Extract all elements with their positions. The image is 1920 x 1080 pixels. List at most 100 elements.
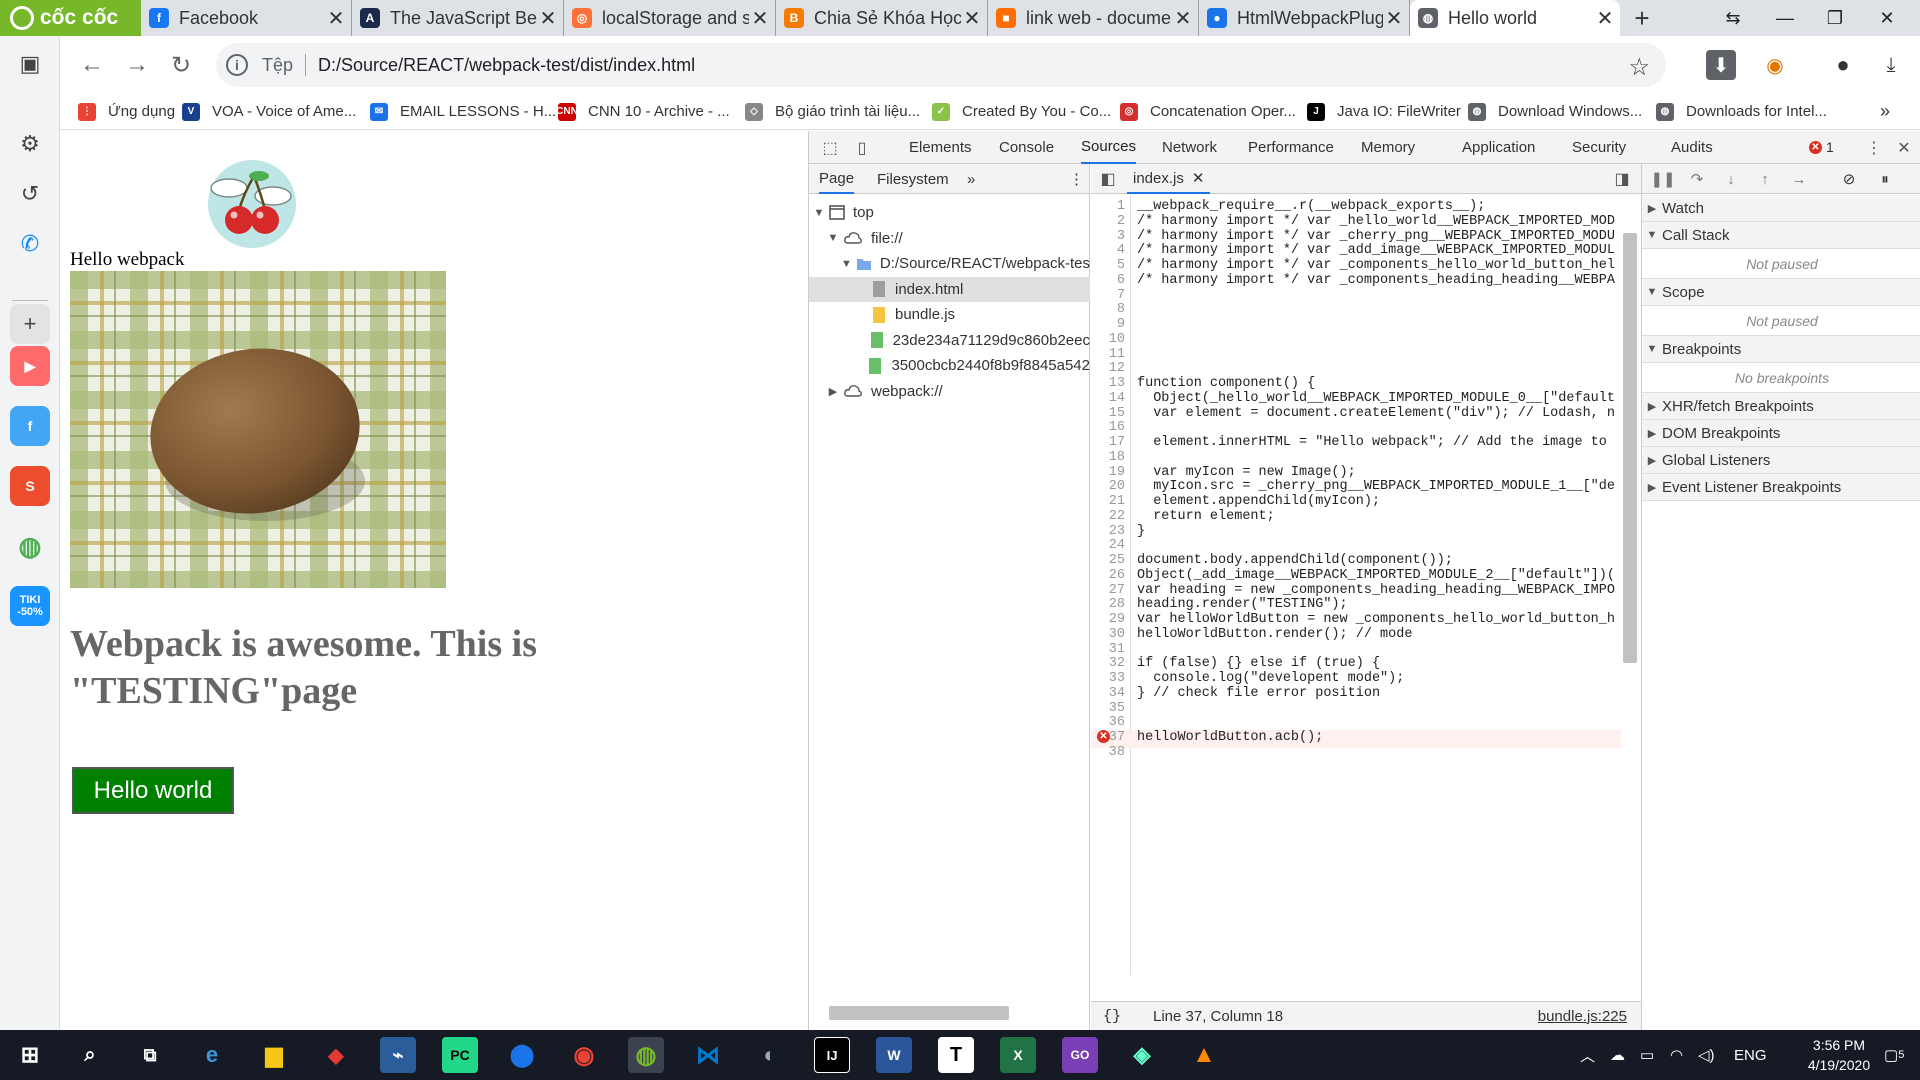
devtools-tab-console[interactable]: Console xyxy=(999,131,1054,164)
tray-chevron-icon[interactable]: ︿ xyxy=(1580,1030,1595,1080)
step-icon[interactable]: → xyxy=(1788,168,1810,190)
line-number[interactable]: 20 xyxy=(1091,479,1125,494)
line-number[interactable]: 12 xyxy=(1091,361,1125,376)
facebook-icon[interactable]: f xyxy=(10,406,50,446)
line-number[interactable]: 11 xyxy=(1091,347,1125,362)
devtools-tab-application[interactable]: Application xyxy=(1462,131,1535,164)
devtools-tab-sources[interactable]: Sources xyxy=(1081,131,1137,164)
bookmark-item[interactable]: ✉ EMAIL LESSONS - H... xyxy=(370,93,556,130)
expanded-arrow-icon[interactable]: ▼ xyxy=(813,207,825,219)
tab-item[interactable]: B Chia Sẻ Khóa Học ✕ xyxy=(776,0,988,36)
line-number[interactable]: 27 xyxy=(1091,583,1125,598)
line-number[interactable]: 37 xyxy=(1091,730,1125,745)
profile-icon[interactable]: ● xyxy=(1828,50,1858,80)
vlc-icon[interactable]: ▲ xyxy=(1186,1037,1222,1073)
devtools-tab-network[interactable]: Network xyxy=(1162,131,1217,164)
devtools-close-icon[interactable]: ✕ xyxy=(1893,137,1915,159)
pause-on-exceptions-icon[interactable]: ⏸ xyxy=(1874,168,1896,190)
tab-filesystem[interactable]: Filesystem xyxy=(877,164,949,194)
close-tab-icon[interactable]: ✕ xyxy=(1383,6,1405,31)
close-tab-icon[interactable]: ✕ xyxy=(537,6,559,31)
minimize-button[interactable]: — xyxy=(1760,0,1810,36)
pretty-print-icon[interactable]: {} xyxy=(1103,1008,1143,1025)
hello-world-button[interactable]: Hello world xyxy=(72,767,234,814)
pycharm-icon[interactable]: PC xyxy=(442,1037,478,1073)
notification-center-icon[interactable]: ▢ 5 xyxy=(1884,1030,1904,1080)
line-number[interactable]: 35 xyxy=(1091,701,1125,716)
line-number[interactable]: 38 xyxy=(1091,745,1125,760)
line-number[interactable]: 29 xyxy=(1091,612,1125,627)
step-over-icon[interactable]: ↷ xyxy=(1686,168,1708,190)
onedrive-icon[interactable]: ☁ xyxy=(1610,1030,1625,1080)
messenger-icon[interactable]: ✆ xyxy=(10,224,50,264)
line-number[interactable]: 32 xyxy=(1091,656,1125,671)
line-number[interactable]: 36 xyxy=(1091,715,1125,730)
tab-item[interactable]: f Facebook ✕ xyxy=(141,0,352,36)
bookmarks-overflow-icon[interactable]: » xyxy=(1880,93,1890,130)
settings-icon[interactable]: ⚙ xyxy=(10,124,50,164)
bookmark-star-icon[interactable]: ☆ xyxy=(1628,53,1650,82)
close-tab-icon[interactable]: ✕ xyxy=(749,6,771,31)
coccoc-app-icon[interactable]: ◍ xyxy=(10,526,50,566)
extension-icon[interactable]: ◉ xyxy=(1760,50,1790,80)
line-number[interactable]: 4 xyxy=(1091,243,1125,258)
line-number[interactable]: 17 xyxy=(1091,435,1125,450)
back-button[interactable]: ← xyxy=(75,48,109,82)
line-number[interactable]: 21 xyxy=(1091,494,1125,509)
editor-tab-index-js[interactable]: index.js ✕ xyxy=(1127,164,1211,194)
line-number[interactable]: 2 xyxy=(1091,214,1125,229)
navigator-more-icon[interactable]: » xyxy=(967,164,975,194)
inspect-element-icon[interactable]: ⬚ xyxy=(819,137,841,159)
close-tab-icon[interactable]: ✕ xyxy=(1594,6,1616,31)
tab-search-icon[interactable]: ⇆ xyxy=(1708,0,1758,36)
devtools-tab-memory[interactable]: Memory xyxy=(1361,131,1415,164)
line-number[interactable]: 25 xyxy=(1091,553,1125,568)
tab-page[interactable]: Page xyxy=(819,164,855,194)
typora-icon[interactable]: T xyxy=(938,1037,974,1073)
bookmark-item[interactable]: CNN CNN 10 - Archive - ... xyxy=(556,93,730,130)
line-number[interactable]: 22 xyxy=(1091,509,1125,524)
line-number[interactable]: 8 xyxy=(1091,302,1125,317)
edge-icon[interactable]: e xyxy=(194,1037,230,1073)
search-icon[interactable]: ⌕ xyxy=(72,1037,108,1073)
line-number[interactable]: 28 xyxy=(1091,597,1125,612)
close-tab-icon[interactable]: ✕ xyxy=(1192,169,1205,187)
device-toolbar-icon[interactable]: ▯ xyxy=(851,137,873,159)
tree-item[interactable]: 23de234a71129d9c860b2eec xyxy=(809,328,1090,353)
chrome-icon[interactable]: ◉ xyxy=(566,1037,602,1073)
info-icon[interactable]: i xyxy=(226,54,248,76)
expanded-arrow-icon[interactable]: ▼ xyxy=(841,258,852,270)
section-breakpoints[interactable]: ▼ Breakpoints xyxy=(1642,336,1920,363)
devtools-tab-audits[interactable]: Audits xyxy=(1671,131,1713,164)
forward-button[interactable]: → xyxy=(120,48,154,82)
excel-icon[interactable]: X xyxy=(1000,1037,1036,1073)
tab-item[interactable]: ■ link web - docume ✕ xyxy=(988,0,1199,36)
tree-item[interactable]: ▼ top xyxy=(809,200,1090,225)
history-icon[interactable]: ↺ xyxy=(10,174,50,214)
intellij-icon[interactable]: IJ xyxy=(814,1037,850,1073)
line-number[interactable]: 6 xyxy=(1091,273,1125,288)
section-global-listeners[interactable]: ▶ Global Listeners xyxy=(1642,447,1920,474)
line-number[interactable]: 24 xyxy=(1091,538,1125,553)
coccoc-menu-button[interactable]: cốc cốc xyxy=(0,0,141,36)
editor-vertical-scrollbar[interactable] xyxy=(1623,233,1637,663)
reload-button[interactable]: ↻ xyxy=(164,48,198,82)
app-diamond-icon[interactable]: ◈ xyxy=(1124,1037,1160,1073)
expanded-arrow-icon[interactable]: ▼ xyxy=(827,232,839,244)
line-number[interactable]: 33 xyxy=(1091,671,1125,686)
line-number[interactable]: 26 xyxy=(1091,568,1125,583)
close-tab-icon[interactable]: ✕ xyxy=(961,6,983,31)
tree-item[interactable]: ▶ webpack:// xyxy=(809,379,1090,404)
task-view-icon[interactable]: ⧉ xyxy=(132,1037,168,1073)
tab-active[interactable]: ◍ Hello world ✕ xyxy=(1410,0,1620,36)
line-number[interactable]: 15 xyxy=(1091,406,1125,421)
downloads-arrow-icon[interactable]: ⤓ xyxy=(1876,50,1906,80)
error-counter[interactable]: ✕ 1 xyxy=(1809,139,1834,155)
pause-icon[interactable]: ❚❚ xyxy=(1650,168,1675,190)
code-area[interactable]: 1 __webpack_require__.r(__webpack_exports… xyxy=(1091,195,1641,975)
line-number[interactable]: 3 xyxy=(1091,229,1125,244)
close-tab-icon[interactable]: ✕ xyxy=(325,6,347,31)
bookmark-item[interactable]: ◇ Bộ giáo trình tài liệu... xyxy=(745,93,920,130)
shopee-icon[interactable]: S xyxy=(10,466,50,506)
vscode-icon[interactable]: ⋈ xyxy=(690,1037,726,1073)
